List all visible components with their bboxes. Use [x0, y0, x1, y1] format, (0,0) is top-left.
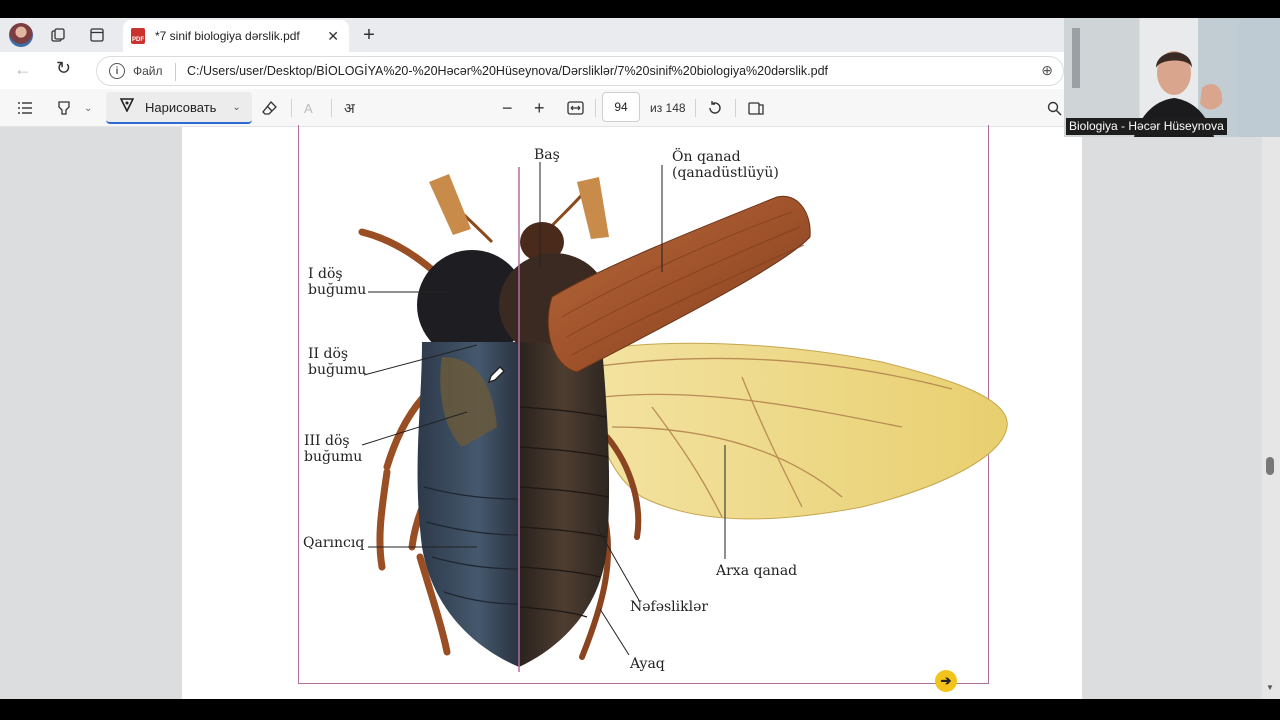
- close-tab-icon[interactable]: ✕: [327, 28, 339, 45]
- screen: PDF *7 sinif biologiya dərslik.pdf ✕ + ←…: [0, 0, 1280, 720]
- chevron-down-icon[interactable]: ⌄: [232, 102, 240, 113]
- pen-icon: [119, 98, 135, 116]
- label-forewing-sub: (qanadüstlüyü): [672, 165, 779, 181]
- label-forewing: Ön qanad: [672, 149, 741, 165]
- label-leg: Ayaq: [630, 656, 665, 672]
- scrollbar-thumb[interactable]: [1266, 457, 1274, 475]
- divider: [175, 63, 176, 81]
- label-seg2: II döş: [308, 346, 349, 362]
- rotate-icon[interactable]: [707, 97, 723, 119]
- tab-active-pdf[interactable]: PDF *7 sinif biologiya dərslik.pdf ✕: [123, 20, 349, 52]
- label-hindwing: Arxa qanad: [716, 563, 798, 579]
- label-seg1-sub: buğumu: [308, 282, 367, 298]
- pencil-cursor-icon: [487, 366, 505, 384]
- url-text[interactable]: C:/Users/user/Desktop/BİOLOGİYA%20-%20Hə…: [187, 64, 828, 78]
- file-scheme-label: Файл: [133, 64, 163, 78]
- label-spiracles: Nəfəsliklər: [630, 599, 709, 615]
- zoom-in-icon[interactable]: +: [534, 97, 545, 119]
- divider: [695, 99, 696, 117]
- next-page-arrow-icon[interactable]: ➔: [935, 670, 957, 692]
- webcam-caption: Biologiya - Həcər Hüseynova: [1066, 118, 1227, 135]
- divider: [735, 99, 736, 117]
- label-seg3-sub: buğumu: [304, 449, 363, 465]
- fit-width-icon[interactable]: [567, 97, 584, 119]
- page-total: из 148: [650, 101, 686, 115]
- reload-icon[interactable]: ↻: [56, 58, 71, 79]
- new-tab-button[interactable]: +: [357, 23, 381, 47]
- bottom-bar: [0, 699, 1280, 720]
- info-icon[interactable]: i: [109, 63, 125, 79]
- scroll-down-icon[interactable]: ▼: [1266, 683, 1274, 692]
- label-head: Baş: [534, 147, 560, 163]
- highlighter-icon[interactable]: [56, 97, 72, 119]
- pdf-page: Baş Ön qanad (qanadüstlüyü) I döş buğumu…: [182, 125, 1082, 699]
- page-view-icon[interactable]: [748, 97, 765, 119]
- draw-button-label: Нарисовать: [145, 99, 217, 115]
- zoom-out-icon[interactable]: −: [502, 97, 513, 119]
- chevron-down-icon[interactable]: ⌄: [84, 97, 92, 119]
- divider: [291, 99, 292, 117]
- label-seg2-sub: buğumu: [308, 362, 367, 378]
- zoom-icon[interactable]: ⊕: [1041, 62, 1053, 79]
- label-abdomen: Qarıncıq: [303, 535, 365, 551]
- back-arrow-icon[interactable]: ←: [14, 59, 32, 80]
- address-bar[interactable]: i Файл C:/Users/user/Desktop/BİOLOGİYA%2…: [96, 56, 1064, 86]
- scrollbar[interactable]: ▲ ▼: [1262, 127, 1280, 699]
- draw-button[interactable]: Нарисовать ⌄: [106, 92, 252, 124]
- label-seg1: I döş: [308, 266, 343, 282]
- text-format-icon: A: [304, 100, 313, 116]
- divider: [331, 99, 332, 117]
- pdf-file-icon: PDF: [131, 28, 145, 44]
- eraser-icon[interactable]: [262, 97, 278, 119]
- divider: [595, 99, 596, 117]
- read-aloud-icon[interactable]: अ: [344, 97, 355, 119]
- pdf-viewer: Baş Ön qanad (qanadüstlüyü) I döş buğumu…: [0, 125, 1280, 699]
- page-number-input[interactable]: 94: [602, 92, 640, 122]
- profile-avatar[interactable]: [9, 23, 33, 47]
- label-seg3: III döş: [304, 433, 350, 449]
- search-icon[interactable]: [1047, 97, 1062, 119]
- workspaces-icon[interactable]: [46, 23, 70, 47]
- tab-title: *7 sinif biologiya dərslik.pdf: [155, 29, 300, 43]
- tab-actions-icon[interactable]: [85, 23, 109, 47]
- contents-list-icon[interactable]: [17, 97, 33, 119]
